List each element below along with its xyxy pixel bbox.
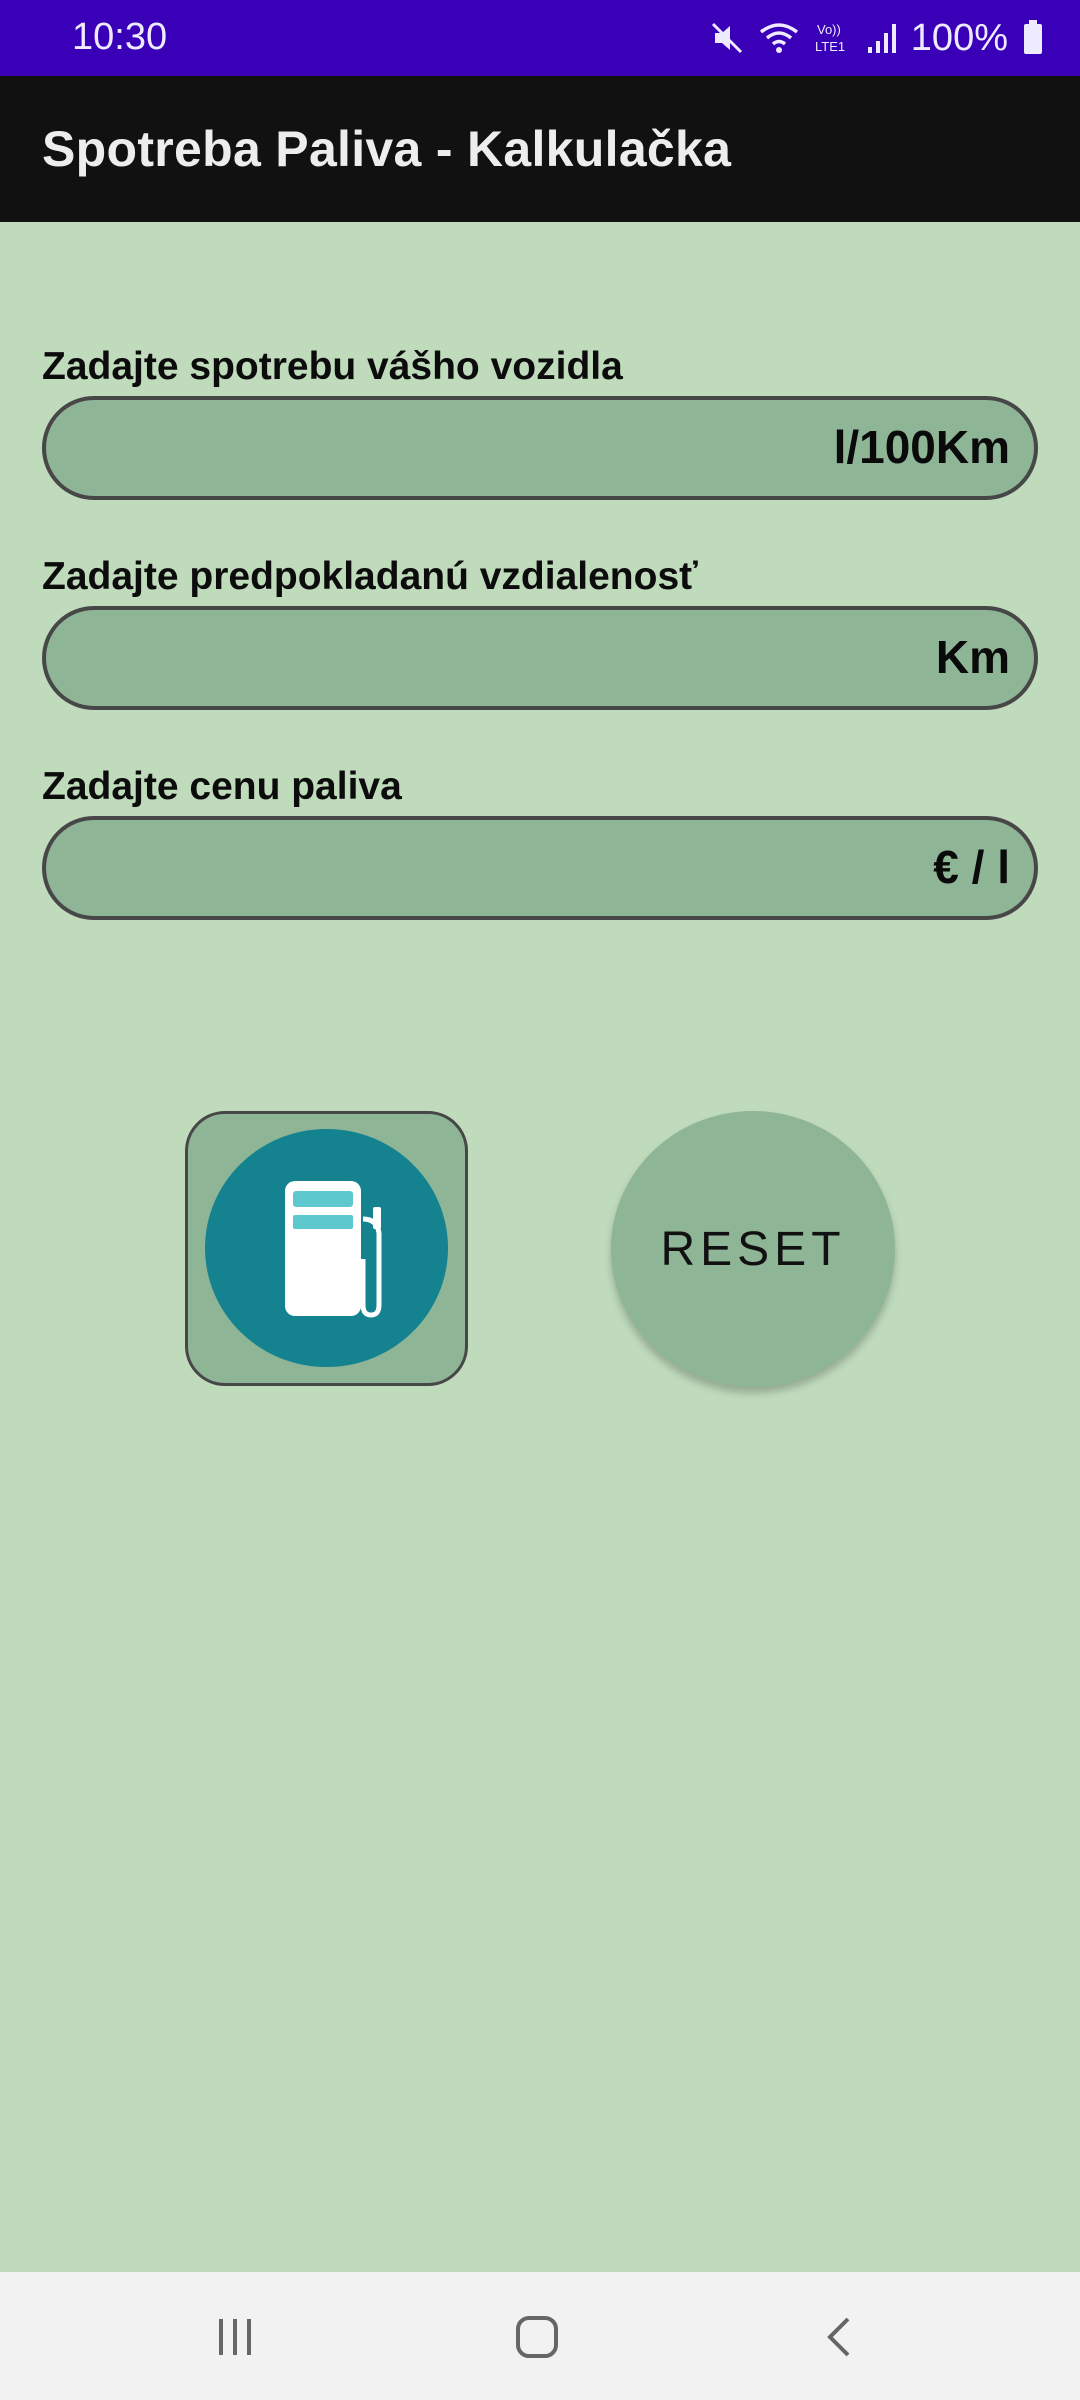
reset-button[interactable]: RESET xyxy=(611,1111,895,1387)
consumption-field[interactable]: l/100Km xyxy=(42,396,1038,500)
volte-icon: Vo)) LTE1 xyxy=(813,19,853,57)
distance-unit: Km xyxy=(935,631,1010,683)
price-input[interactable] xyxy=(76,820,636,916)
recent-apps-icon[interactable] xyxy=(195,2302,275,2372)
consumption-label: Zadajte spotrebu vášho vozidla xyxy=(42,345,623,388)
status-time: 10:30 xyxy=(72,16,168,58)
distance-field[interactable]: Km xyxy=(42,606,1038,710)
fuel-pump-icon-circle xyxy=(205,1129,448,1367)
status-bar: 10:30 Vo)) LTE1 100% xyxy=(0,0,1080,76)
reset-label: RESET xyxy=(660,1222,846,1276)
distance-input[interactable] xyxy=(76,610,636,706)
consumption-input[interactable] xyxy=(76,400,636,496)
status-icons: Vo)) LTE1 100% xyxy=(709,12,1044,64)
mute-icon xyxy=(709,20,745,56)
fuel-pump-icon xyxy=(285,1181,382,1318)
battery-percent: 100% xyxy=(910,16,1008,59)
price-field[interactable]: € / l xyxy=(42,816,1038,920)
app-bar: Spotreba Paliva - Kalkulačka xyxy=(0,76,1080,222)
app-title: Spotreba Paliva - Kalkulačka xyxy=(42,121,732,177)
svg-text:Vo)): Vo)) xyxy=(817,22,841,37)
signal-icon xyxy=(867,21,897,55)
price-unit: € / l xyxy=(933,841,1010,893)
home-icon[interactable] xyxy=(497,2302,577,2372)
battery-icon xyxy=(1022,20,1044,56)
distance-label: Zadajte predpokladanú vzdialenosť xyxy=(42,555,698,598)
navigation-bar xyxy=(0,2272,1080,2400)
calculate-button[interactable] xyxy=(185,1111,468,1386)
wifi-icon xyxy=(759,20,799,56)
svg-text:LTE1: LTE1 xyxy=(815,39,845,54)
price-label: Zadajte cenu paliva xyxy=(42,765,402,808)
back-icon[interactable] xyxy=(800,2302,880,2372)
consumption-unit: l/100Km xyxy=(833,421,1010,473)
